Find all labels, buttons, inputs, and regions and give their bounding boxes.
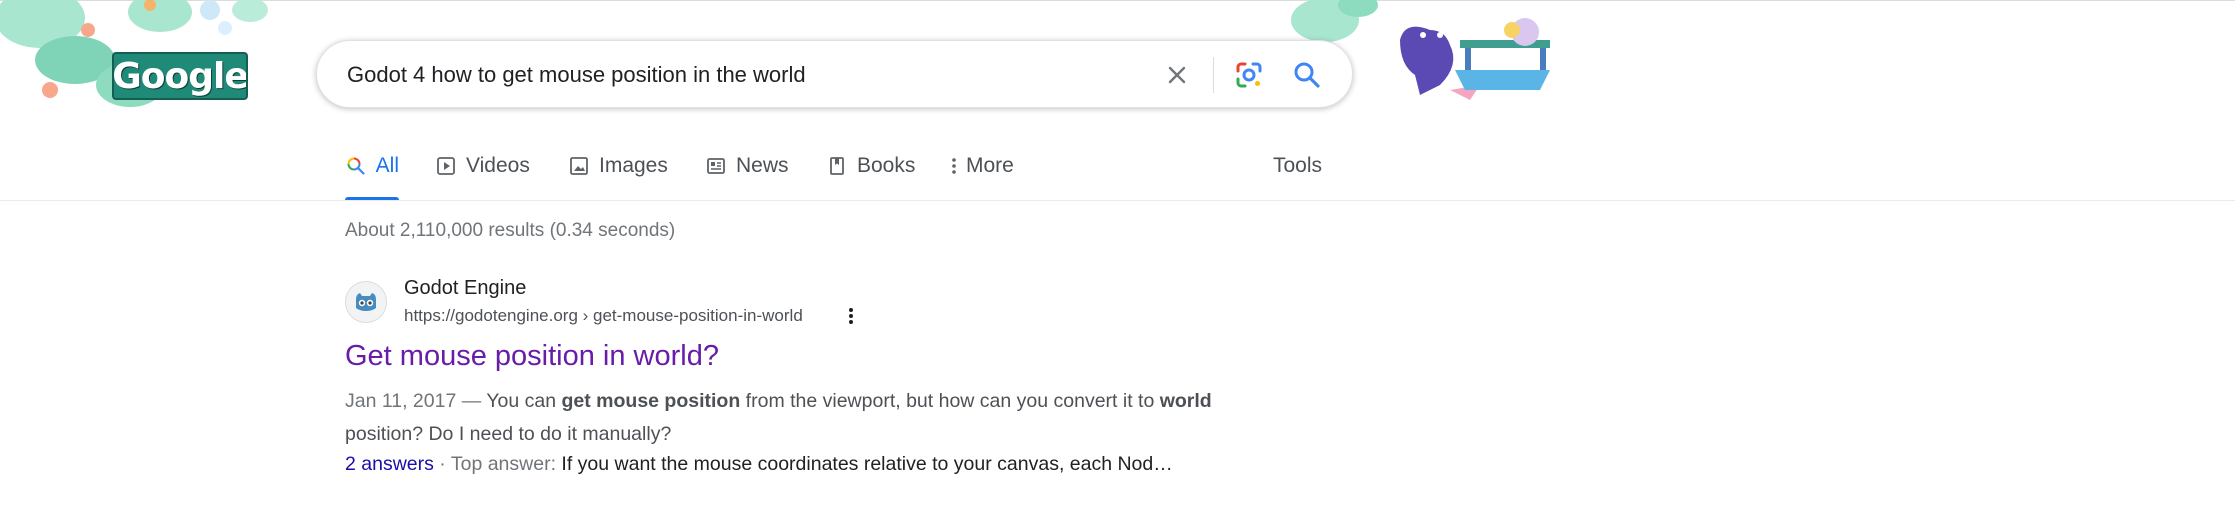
search-tabs: All Videos Images News Books More bbox=[345, 146, 1345, 200]
clear-search-button[interactable] bbox=[1157, 55, 1197, 95]
tab-videos[interactable]: Videos bbox=[435, 146, 530, 200]
more-vert-icon bbox=[948, 155, 960, 177]
top-divider bbox=[0, 0, 2235, 1]
more-vert-icon bbox=[849, 308, 853, 324]
search-input[interactable] bbox=[347, 55, 1147, 95]
tools-button[interactable]: Tools bbox=[1273, 154, 1322, 178]
result-url[interactable]: https://godotengine.org › get-mouse-posi… bbox=[404, 306, 803, 326]
tab-label: All bbox=[375, 154, 399, 177]
image-icon bbox=[568, 155, 590, 177]
snippet-text: from the viewport, but how can you conve… bbox=[740, 390, 1160, 412]
tab-more[interactable]: More bbox=[948, 146, 1014, 200]
close-icon bbox=[1168, 66, 1186, 84]
search-icon bbox=[1294, 62, 1320, 88]
answers-link[interactable]: 2 answers bbox=[345, 453, 434, 475]
result-snippet: Jan 11, 2017 — You can get mouse positio… bbox=[345, 385, 1245, 451]
tab-images[interactable]: Images bbox=[568, 146, 668, 200]
tab-news[interactable]: News bbox=[705, 146, 789, 200]
tab-label: Books bbox=[857, 154, 916, 177]
result-site-name[interactable]: Godot Engine bbox=[404, 277, 526, 300]
result-stats: About 2,110,000 results (0.34 seconds) bbox=[345, 220, 676, 241]
snippet-text: You can bbox=[486, 390, 562, 412]
tab-label: Videos bbox=[466, 154, 530, 177]
tab-all[interactable]: All bbox=[345, 146, 399, 200]
top-answer-text: If you want the mouse coordinates relati… bbox=[561, 453, 1173, 475]
tab-label: More bbox=[966, 154, 1014, 177]
search-button[interactable] bbox=[1287, 55, 1327, 95]
search-box bbox=[316, 40, 1353, 108]
google-lens-button[interactable] bbox=[1229, 55, 1269, 95]
google-doodle-logo[interactable]: Google bbox=[112, 52, 248, 100]
result-options-button[interactable] bbox=[840, 303, 862, 329]
result-title-link[interactable]: Get mouse position in world? bbox=[345, 340, 719, 373]
search-icon bbox=[345, 155, 367, 177]
tab-label: News bbox=[736, 154, 789, 177]
snippet-text: position? Do I need to do it manually? bbox=[345, 423, 672, 445]
tab-label: Images bbox=[599, 154, 668, 177]
answers-line: 2 answers · Top answer: If you want the … bbox=[345, 453, 1245, 476]
play-icon bbox=[435, 155, 457, 177]
logo-text: Google bbox=[112, 55, 248, 97]
godot-logo-icon bbox=[356, 293, 376, 311]
snippet-highlight: world bbox=[1159, 390, 1212, 412]
google-lens-icon bbox=[1236, 62, 1262, 88]
snippet-highlight: get mouse position bbox=[561, 390, 741, 412]
answers-separator: · bbox=[433, 453, 451, 475]
top-answer-label: Top answer: bbox=[450, 453, 562, 475]
snippet-date: Jan 11, 2017 bbox=[345, 390, 457, 412]
search-box-divider bbox=[1213, 57, 1214, 93]
newspaper-icon bbox=[705, 155, 727, 177]
book-icon bbox=[826, 155, 848, 177]
tabs-divider bbox=[0, 200, 2235, 201]
snippet-dash: — bbox=[456, 390, 487, 412]
tab-books[interactable]: Books bbox=[826, 146, 915, 200]
site-favicon[interactable] bbox=[345, 281, 387, 323]
